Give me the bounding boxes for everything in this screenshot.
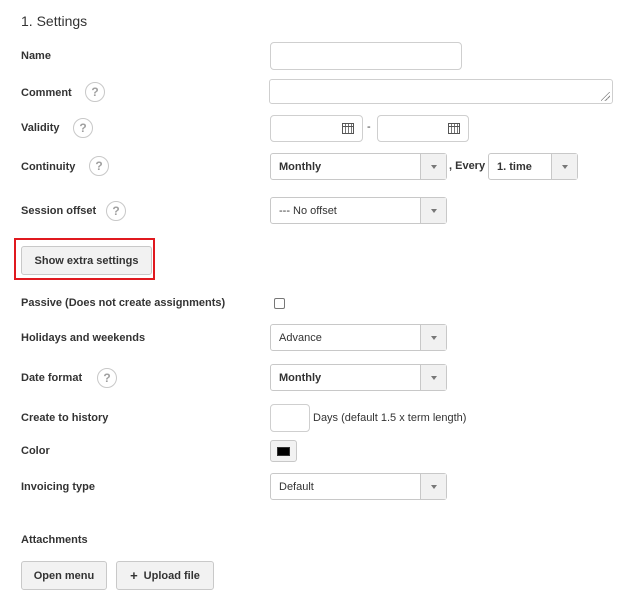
name-input[interactable] [270,42,462,70]
continuity-help-icon[interactable]: ? [89,156,109,176]
passive-label: Passive (Does not create assignments) [21,297,226,309]
chevron-down-icon [420,198,446,223]
name-label: Name [21,50,51,62]
section-title: 1. Settings [21,13,88,29]
calendar-icon [448,123,460,134]
color-swatch [277,446,290,456]
invoicing-type-selected: Default [279,480,314,493]
comment-label: Comment [21,87,72,99]
create-history-label: Create to history [21,412,109,424]
resize-handle-icon[interactable] [601,92,610,101]
create-history-input[interactable] [270,404,310,432]
session-offset-label: Session offset [21,205,97,217]
session-offset-help-icon[interactable]: ? [106,201,126,221]
date-format-select[interactable]: Monthly [270,364,447,391]
validity-label: Validity [21,122,60,134]
color-picker-button[interactable] [270,440,297,462]
calendar-start-button[interactable] [334,116,362,141]
invoicing-type-select[interactable]: Default [270,473,447,500]
upload-file-button[interactable]: + Upload file [116,561,214,590]
upload-file-label: Upload file [143,569,200,582]
chevron-down-icon [420,365,446,390]
holidays-selected: Advance [279,331,322,344]
date-format-selected: Monthly [279,371,322,384]
every-select[interactable]: 1. time [488,153,578,180]
every-selected: 1. time [497,160,532,173]
comment-help-icon[interactable]: ? [85,82,105,102]
open-menu-button[interactable]: Open menu [21,561,107,590]
invoicing-type-label: Invoicing type [21,481,95,493]
every-label: , Every [449,160,486,172]
validity-start-input[interactable] [270,115,363,142]
date-format-help-icon[interactable]: ? [97,368,117,388]
validity-help-icon[interactable]: ? [73,118,93,138]
chevron-down-icon [420,154,446,179]
comment-textarea[interactable] [269,79,613,104]
continuity-select[interactable]: Monthly [270,153,447,180]
create-history-suffix: Days (default 1.5 x term length) [313,412,467,424]
chevron-down-icon [551,154,577,179]
passive-checkbox[interactable] [274,298,285,309]
holidays-select[interactable]: Advance [270,324,447,351]
holidays-label: Holidays and weekends [21,332,146,344]
session-offset-select[interactable]: --- No offset [270,197,447,224]
session-offset-selected: --- No offset [279,204,337,217]
attachments-label: Attachments [21,534,88,546]
plus-icon: + [130,568,138,583]
chevron-down-icon [420,325,446,350]
date-format-label: Date format [21,372,83,384]
validity-end-input[interactable] [377,115,469,142]
color-label: Color [21,445,50,457]
chevron-down-icon [420,474,446,499]
calendar-icon [342,123,354,134]
continuity-selected: Monthly [279,160,322,173]
calendar-end-button[interactable] [440,116,468,141]
show-extra-settings-button[interactable]: Show extra settings [21,246,152,275]
validity-separator: - [367,121,371,133]
continuity-label: Continuity [21,161,76,173]
